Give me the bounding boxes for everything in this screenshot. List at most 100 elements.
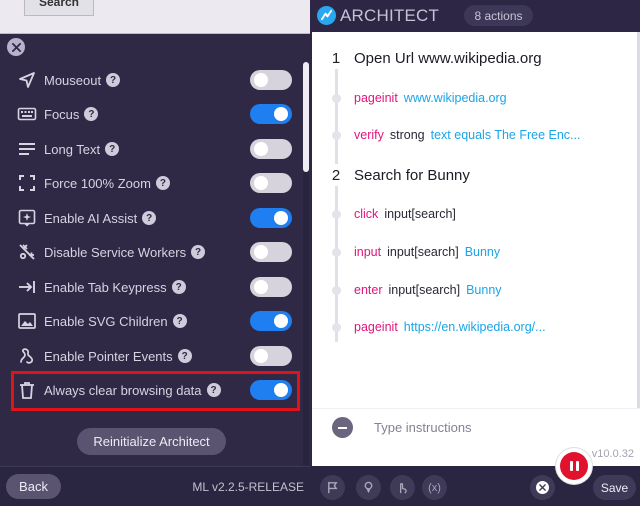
cursor-icon <box>16 69 38 91</box>
step-title[interactable]: Search for Bunny <box>354 167 470 184</box>
toggle-ai-assist[interactable] <box>250 208 292 228</box>
actions-count-badge: 8 actions <box>464 5 533 26</box>
action-row[interactable]: pageinit https://en.wikipedia.org/... <box>354 320 546 334</box>
setting-row-tab-keypress: Enable Tab Keypress ? <box>16 273 292 301</box>
setting-row-force-zoom: Force 100% Zoom ? <box>16 169 292 197</box>
setting-label: Disable Service Workers <box>44 244 187 260</box>
image-icon <box>16 310 38 332</box>
action-target: strong <box>389 128 425 142</box>
setting-row-service-workers: Disable Service Workers ? <box>16 238 292 266</box>
pause-recording-button[interactable] <box>556 448 592 484</box>
action-verb: input <box>354 245 382 259</box>
search-button[interactable]: Search <box>24 0 94 16</box>
help-icon[interactable]: ? <box>142 211 157 225</box>
close-settings-button[interactable] <box>7 38 25 56</box>
back-button[interactable]: Back <box>6 474 61 499</box>
action-dot <box>332 323 341 332</box>
action-row[interactable]: enter input[search] Bunny <box>354 283 502 297</box>
architect-logo-icon <box>317 6 336 25</box>
toggle-pointer-events[interactable] <box>250 346 292 366</box>
settings-scrollbar-thumb[interactable] <box>303 62 309 172</box>
action-target: input[search] <box>387 245 459 259</box>
action-dot <box>332 286 341 295</box>
app-title: ARCHITECT <box>340 6 440 25</box>
hand-pointer-icon <box>399 483 407 494</box>
setting-label: Mouseout <box>44 72 102 88</box>
variable-tool-button[interactable]: (x) <box>422 475 447 500</box>
page-top-strip: Search <box>0 0 310 34</box>
architect-panel: ARCHITECT 8 actions 1 Open Url www.wikip… <box>310 0 640 506</box>
toggle-mouseout[interactable] <box>250 70 292 90</box>
setting-row-mouseout: Mouseout ? <box>16 66 292 94</box>
help-icon[interactable]: ? <box>84 107 99 121</box>
action-value: Bunny <box>464 245 501 259</box>
flag-icon <box>328 481 338 494</box>
instructions-input[interactable] <box>374 417 624 438</box>
action-row[interactable]: input input[search] Bunny <box>354 245 500 259</box>
help-icon[interactable]: ? <box>155 176 170 190</box>
help-icon[interactable]: ? <box>171 280 186 294</box>
highlight-box <box>11 371 300 411</box>
action-row[interactable]: click input[search] <box>354 207 462 221</box>
action-dot <box>332 248 341 257</box>
action-value: https://en.wikipedia.org/... <box>403 320 546 334</box>
help-icon[interactable]: ? <box>105 142 120 156</box>
action-value: Bunny <box>466 283 502 297</box>
setting-row-focus: Focus ? <box>16 100 292 128</box>
action-verb: click <box>354 207 379 221</box>
architect-header: ARCHITECT 8 actions <box>310 0 640 32</box>
help-icon[interactable]: ? <box>106 73 121 87</box>
steps-list: 1 Open Url www.wikipedia.org pageinit www… <box>312 32 640 408</box>
action-dot <box>332 210 341 219</box>
eye-target-icon <box>364 481 373 494</box>
keyboard-icon <box>16 103 38 125</box>
flag-button[interactable] <box>320 475 345 500</box>
instruction-bar: v10.0.32 <box>312 408 640 466</box>
step-number: 2 <box>325 164 347 186</box>
help-icon[interactable]: ? <box>172 314 187 328</box>
settings-footer: Back ML v2.2.5-RELEASE <box>0 466 310 506</box>
help-icon[interactable]: ? <box>191 245 206 259</box>
action-dot <box>332 131 341 140</box>
setting-label: Enable Tab Keypress <box>44 279 167 295</box>
service-worker-icon <box>16 241 38 263</box>
toggle-long-text[interactable] <box>250 139 292 159</box>
pointer-tool-button[interactable] <box>390 475 415 500</box>
variable-icon: (x) <box>428 481 441 494</box>
toggle-focus[interactable] <box>250 104 292 124</box>
action-verb: verify <box>354 128 384 142</box>
help-icon[interactable]: ? <box>177 349 192 363</box>
toggle-svg-children[interactable] <box>250 311 292 331</box>
cancel-button[interactable] <box>530 475 555 500</box>
action-verb: enter <box>354 283 383 297</box>
setting-label: Enable AI Assist <box>44 210 138 226</box>
tab-key-icon <box>16 276 38 298</box>
reinitialize-button[interactable]: Reinitialize Architect <box>77 428 226 455</box>
pointer-events-icon <box>16 345 38 367</box>
setting-row-pointer-events: Enable Pointer Events ? <box>16 342 292 370</box>
action-row[interactable]: pageinit www.wikipedia.org <box>354 91 507 105</box>
toggle-force-zoom[interactable] <box>250 173 292 193</box>
step-title[interactable]: Open Url www.wikipedia.org <box>354 50 542 67</box>
assert-button[interactable] <box>356 475 381 500</box>
setting-label: Enable Pointer Events <box>44 348 173 364</box>
setting-label: Enable SVG Children <box>44 313 168 329</box>
setting-row-long-text: Long Text ? <box>16 135 292 163</box>
ai-sparkle-icon <box>16 207 38 229</box>
close-icon <box>11 42 21 52</box>
architect-version: v10.0.32 <box>591 448 634 460</box>
setting-label: Force 100% Zoom <box>44 175 151 191</box>
close-icon <box>539 484 546 491</box>
version-label: ML v2.2.5-RELEASE <box>192 480 304 494</box>
setting-row-ai-assist: Enable AI Assist ? <box>16 204 292 232</box>
action-row[interactable]: verify strong text equals The Free Enc... <box>354 128 580 142</box>
step-number: 1 <box>325 47 347 69</box>
text-lines-icon <box>16 138 38 160</box>
pause-icon <box>560 452 588 480</box>
collapse-button[interactable] <box>332 417 353 438</box>
action-verb: pageinit <box>354 91 398 105</box>
toggle-tab-keypress[interactable] <box>250 277 292 297</box>
setting-row-svg-children: Enable SVG Children ? <box>16 307 292 335</box>
save-button[interactable]: Save <box>593 475 636 500</box>
toggle-service-workers[interactable] <box>250 242 292 262</box>
